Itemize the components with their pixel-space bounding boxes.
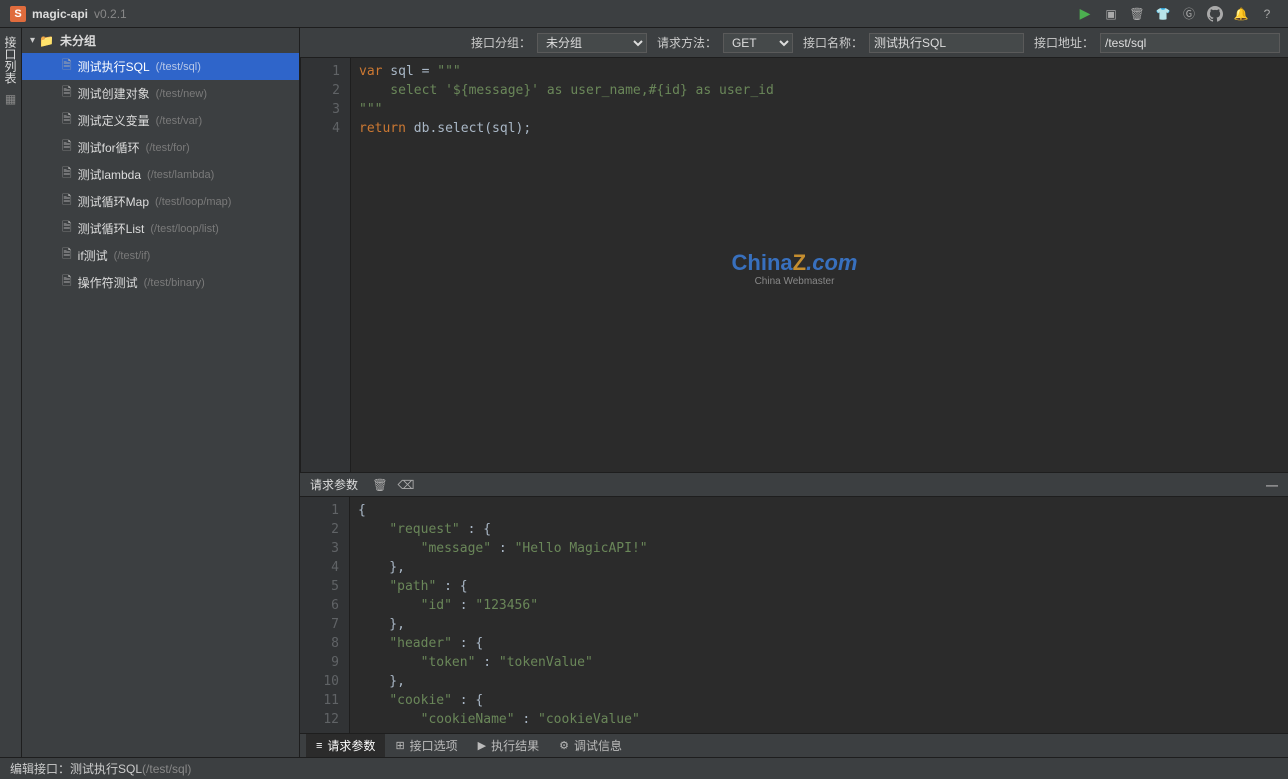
watermark: ChinaZ.com China Webmaster bbox=[732, 250, 858, 287]
sidebar-item[interactable]: 🗎 测试for循环 (/test/for) bbox=[22, 134, 299, 161]
left-rail-label[interactable]: 接口列表 bbox=[2, 32, 19, 88]
tab-label: 请求参数 bbox=[327, 737, 375, 754]
bottom-panel: 请求参数 🗑 ⌫ — 123456789101112 { "request" :… bbox=[300, 472, 1288, 757]
sidebar-item-path: (/test/lambda) bbox=[147, 169, 214, 181]
file-icon: 🗎 bbox=[62, 137, 72, 158]
tab-icon: ▶ bbox=[478, 739, 486, 752]
params-editor[interactable]: { "request" : { "message" : "Hello Magic… bbox=[350, 497, 1288, 733]
bottom-tab[interactable]: ⊞ 接口选项 bbox=[385, 734, 467, 757]
tab-label: 执行结果 bbox=[491, 737, 539, 754]
sidebar-item-label: 操作符测试 bbox=[78, 274, 138, 291]
folder-icon: 📁 bbox=[39, 34, 54, 48]
sidebar-item[interactable]: 🗎 测试lambda (/test/lambda) bbox=[22, 161, 299, 188]
file-icon: 🗎 bbox=[62, 218, 72, 239]
sidebar-item[interactable]: 🗎 测试循环Map (/test/loop/map) bbox=[22, 188, 299, 215]
tab-label: 调试信息 bbox=[574, 737, 622, 754]
name-label: 接口名称： bbox=[803, 34, 863, 51]
file-icon: 🗎 bbox=[62, 110, 72, 131]
tab-icon: ⚙ bbox=[559, 739, 569, 752]
sidebar-item-path: (/test/new) bbox=[156, 88, 207, 100]
file-icon: 🗎 bbox=[62, 245, 72, 266]
sidebar-item-path: (/test/binary) bbox=[144, 277, 205, 289]
app-version: v0.2.1 bbox=[94, 7, 127, 21]
status-path: (/test/sql) bbox=[142, 762, 191, 776]
group-select[interactable]: 未分组 bbox=[537, 33, 647, 53]
delete-icon[interactable]: 🗑 bbox=[1126, 3, 1148, 25]
save-icon[interactable]: ▣ bbox=[1100, 3, 1122, 25]
name-input[interactable] bbox=[869, 33, 1024, 53]
chevron-down-icon: ▾ bbox=[30, 35, 35, 46]
params-gutter: 123456789101112 bbox=[300, 497, 350, 733]
bell-icon[interactable]: 🔔 bbox=[1230, 3, 1252, 25]
tools-icon[interactable]: 👕 bbox=[1152, 3, 1174, 25]
app-logo-icon: S bbox=[10, 6, 26, 22]
git-icon[interactable]: Ⓖ bbox=[1178, 3, 1200, 25]
file-icon: 🗎 bbox=[62, 56, 72, 77]
app-title: magic-api bbox=[32, 7, 88, 21]
titlebar: S magic-api v0.2.1 ▶ ▣ 🗑 👕 Ⓖ 🔔 ? bbox=[0, 0, 1288, 28]
sidebar-item-label: 测试执行SQL bbox=[78, 58, 150, 75]
minimize-icon[interactable]: — bbox=[1266, 478, 1278, 492]
bottom-tab[interactable]: ⚙ 调试信息 bbox=[549, 734, 632, 757]
method-label: 请求方法： bbox=[657, 34, 717, 51]
sidebar-item-label: if测试 bbox=[78, 247, 108, 264]
left-rail: 接口列表 ▦ bbox=[0, 28, 22, 757]
sidebar-item[interactable]: 🗎 if测试 (/test/if) bbox=[22, 242, 299, 269]
file-icon: 🗎 bbox=[62, 83, 72, 104]
sidebar-item[interactable]: 🗎 测试循环List (/test/loop/list) bbox=[22, 215, 299, 242]
path-input[interactable] bbox=[1100, 33, 1280, 53]
sidebar-item-path: (/test/loop/list) bbox=[150, 223, 218, 235]
sidebar-item[interactable]: 🗎 操作符测试 (/test/binary) bbox=[22, 269, 299, 296]
sidebar-item-label: 测试循环List bbox=[78, 220, 145, 237]
file-icon: 🗎 bbox=[62, 164, 72, 185]
method-select[interactable]: GET bbox=[723, 33, 793, 53]
sidebar-item-path: (/test/for) bbox=[146, 142, 190, 154]
github-icon[interactable] bbox=[1204, 3, 1226, 25]
tab-icon: ⊞ bbox=[395, 739, 404, 752]
tab-label: 接口选项 bbox=[410, 737, 458, 754]
status-name: 测试执行SQL bbox=[70, 760, 142, 777]
sidebar-item-label: 测试lambda bbox=[78, 166, 141, 183]
sidebar-item-path: (/test/loop/map) bbox=[155, 196, 231, 208]
delete-params-icon[interactable]: 🗑 bbox=[370, 478, 390, 492]
file-icon: 🗎 bbox=[62, 272, 72, 293]
editor-gutter: 1234 bbox=[301, 58, 351, 472]
status-prefix: 编辑接口： bbox=[10, 760, 70, 777]
sidebar-item[interactable]: 🗎 测试创建对象 (/test/new) bbox=[22, 80, 299, 107]
sidebar-item[interactable]: 🗎 测试执行SQL (/test/sql) bbox=[22, 53, 299, 80]
sidebar-item-label: 测试创建对象 bbox=[78, 85, 150, 102]
sidebar-item-path: (/test/var) bbox=[156, 115, 202, 127]
toolbar: 接口分组： 未分组 请求方法： GET 接口名称： 接口地址： bbox=[300, 28, 1288, 58]
clear-params-icon[interactable]: ⌫ bbox=[396, 478, 416, 492]
sidebar-group[interactable]: ▾ 📁 未分组 bbox=[22, 28, 299, 53]
help-icon[interactable]: ? bbox=[1256, 3, 1278, 25]
sidebar-item-path: (/test/if) bbox=[114, 250, 151, 262]
group-label: 接口分组： bbox=[471, 34, 531, 51]
code-editor[interactable]: 1234 var sql = """ select '${message}' a… bbox=[300, 58, 1288, 472]
bottom-tab[interactable]: ≡ 请求参数 bbox=[306, 734, 385, 757]
file-icon: 🗎 bbox=[62, 191, 72, 212]
sidebar: ▾ 📁 未分组 🗎 测试执行SQL (/test/sql) 🗎 测试创建对象 (/test… bbox=[22, 28, 300, 757]
bottom-tabs: ≡ 请求参数 ⊞ 接口选项 ▶ 执行结果 ⚙ 调试信息 bbox=[300, 733, 1288, 757]
left-rail-item-icon: ▦ bbox=[5, 92, 16, 106]
sidebar-item-label: 测试定义变量 bbox=[78, 112, 150, 129]
statusbar: 编辑接口： 测试执行SQL (/test/sql) bbox=[0, 757, 1288, 779]
run-icon[interactable]: ▶ bbox=[1074, 3, 1096, 25]
bottom-tab[interactable]: ▶ 执行结果 bbox=[468, 734, 549, 757]
sidebar-item-label: 测试循环Map bbox=[78, 193, 149, 210]
sidebar-item-label: 测试for循环 bbox=[78, 139, 140, 156]
sidebar-group-name: 未分组 bbox=[60, 32, 96, 49]
sidebar-item-path: (/test/sql) bbox=[156, 61, 201, 73]
path-label: 接口地址： bbox=[1034, 34, 1094, 51]
bottom-panel-header: 请求参数 🗑 ⌫ — bbox=[300, 473, 1288, 497]
tab-icon: ≡ bbox=[316, 740, 322, 752]
bottom-panel-title: 请求参数 bbox=[310, 476, 358, 493]
sidebar-item[interactable]: 🗎 测试定义变量 (/test/var) bbox=[22, 107, 299, 134]
